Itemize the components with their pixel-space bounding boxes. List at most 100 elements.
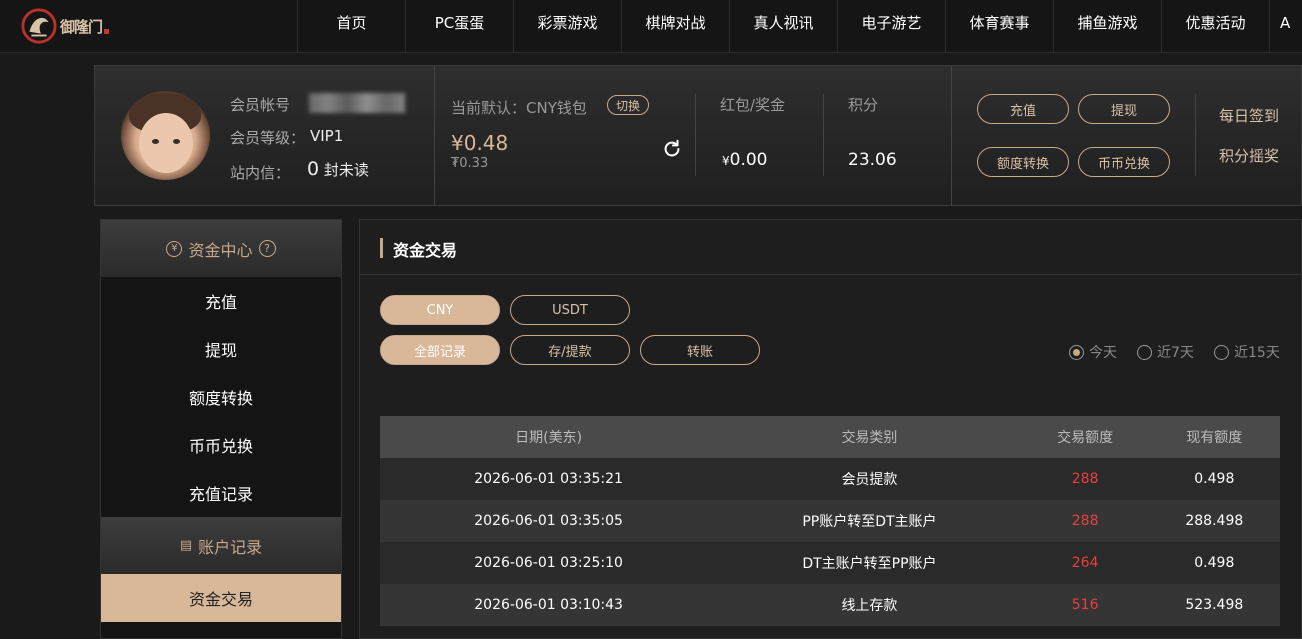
nav-home[interactable]: 首页	[297, 0, 405, 53]
nav-fishing[interactable]: 捕鱼游戏	[1053, 0, 1161, 53]
sidebar-item-transfer[interactable]: 额度转换	[101, 373, 341, 421]
unread-count: 0	[307, 158, 320, 180]
daily-checkin-link[interactable]: 每日签到	[1219, 105, 1279, 126]
nav-slots[interactable]: 电子游艺	[837, 0, 945, 53]
sidebar-item-transactions[interactable]: 资金交易	[101, 574, 341, 622]
divider	[695, 94, 696, 176]
nav-more[interactable]: A	[1269, 0, 1302, 53]
table-row[interactable]: 2026-06-01 03:25:10 DT主账户转至PP账户 264 0.49…	[380, 542, 1280, 584]
tab-deposit-withdraw[interactable]: 存/提款	[510, 335, 630, 365]
refresh-icon[interactable]	[661, 138, 683, 160]
tab-all-records[interactable]: 全部记录	[380, 335, 500, 365]
sidebar-item-bet-records[interactable]: 投注记录	[101, 622, 341, 639]
range-7days-radio[interactable]: 近7天	[1137, 342, 1194, 362]
unread-suffix: 封未读	[323, 161, 369, 179]
cell-type: 会员提款	[841, 472, 898, 488]
range-15days-label: 近15天	[1234, 345, 1280, 361]
help-icon[interactable]: ?	[258, 240, 276, 257]
cell-date: 2026-06-01 03:35:21	[474, 471, 623, 487]
avatar[interactable]	[121, 91, 210, 180]
switch-wallet-button[interactable]: 切换	[607, 95, 649, 115]
exchange-button[interactable]: 币币兑换	[1078, 147, 1170, 177]
bonus-label: 红包/奖金	[720, 96, 786, 114]
nav-lottery[interactable]: 彩票游戏	[513, 0, 621, 53]
sidebar-item-withdraw[interactable]: 提现	[101, 325, 341, 373]
points-lottery-link[interactable]: 积分摇奖	[1219, 145, 1279, 166]
tab-cny[interactable]: CNY	[380, 295, 500, 325]
funds-center-header[interactable]: ¥ 资金中心 ?	[101, 220, 341, 277]
table-row[interactable]: 2026-06-01 03:10:43 线上存款 516 523.498	[380, 584, 1280, 626]
cell-balance: 288.498	[1185, 513, 1244, 529]
cell-balance: 0.498	[1194, 471, 1235, 487]
account-records-header[interactable]: ▤ 账户记录	[101, 517, 341, 574]
messages-label: 站内信：	[230, 164, 291, 182]
title-accent-bar	[380, 238, 383, 258]
cell-date: 2026-06-01 03:10:43	[474, 597, 623, 613]
divider	[1195, 94, 1196, 176]
radio-dot	[1069, 344, 1084, 360]
cell-type: DT主账户转至PP账户	[802, 556, 937, 572]
table-row[interactable]: 2026-06-01 03:35:21 会员提款 288 0.498	[380, 458, 1280, 500]
col-date: 日期(美东)	[515, 430, 583, 446]
panel-header: 资金交易	[360, 220, 1301, 275]
account-label: 会员帐号	[230, 96, 291, 114]
dragon-logo-icon	[21, 8, 57, 44]
deposit-button[interactable]: 充值	[977, 94, 1069, 124]
sidebar-item-exchange[interactable]: 币币兑换	[101, 421, 341, 469]
withdraw-button[interactable]: 提现	[1078, 94, 1170, 124]
transactions-table: 日期(美东) 交易类别 交易额度 现有额度 2026-06-01 03:35:2…	[380, 416, 1280, 626]
yen-icon: ¥	[166, 240, 183, 257]
cell-amount: 516	[1071, 597, 1099, 613]
range-today-radio[interactable]: 今天	[1069, 342, 1117, 362]
divider	[951, 66, 952, 205]
table-row[interactable]: 2026-06-01 03:35:05 PP账户转至DT主账户 288 288.…	[380, 500, 1280, 542]
bonus-currency: ¥	[722, 154, 730, 168]
wallet-balance-usdt: ₮0.33	[451, 156, 489, 171]
tab-transfer[interactable]: 转账	[640, 335, 760, 365]
transactions-panel: 资金交易 CNY USDT 全部记录 存/提款 转账 今天 近7天 近15天 日…	[359, 219, 1302, 639]
cell-amount: 288	[1071, 513, 1099, 529]
transfer-button[interactable]: 额度转换	[977, 147, 1069, 177]
page-title: 资金交易	[393, 241, 458, 260]
col-amount: 交易额度	[1057, 430, 1114, 446]
nav-promotions[interactable]: 优惠活动	[1161, 0, 1269, 53]
wallet-balance: ¥0.48	[451, 131, 509, 155]
cell-type: 线上存款	[841, 598, 898, 614]
cell-balance: 523.498	[1185, 597, 1244, 613]
main-nav: 首页 PC蛋蛋 彩票游戏 棋牌对战 真人视讯 电子游艺 体育赛事 捕鱼游戏 优惠…	[297, 0, 1302, 53]
bonus-amount: 0.00	[729, 150, 768, 170]
range-today-label: 今天	[1089, 345, 1117, 361]
table-header-row: 日期(美东) 交易类别 交易额度 现有额度	[380, 416, 1280, 458]
range-7days-label: 近7天	[1157, 345, 1194, 361]
records-icon: ▤	[179, 538, 193, 553]
cell-amount: 264	[1071, 555, 1099, 571]
cell-date: 2026-06-01 03:25:10	[474, 555, 623, 571]
cell-date: 2026-06-01 03:35:05	[474, 513, 623, 529]
cell-amount: 288	[1071, 471, 1099, 487]
sidebar-item-deposit-records[interactable]: 充值记录	[101, 469, 341, 517]
points-label: 积分	[848, 96, 879, 114]
col-type: 交易类别	[841, 430, 898, 446]
funds-center-title: 资金中心	[188, 240, 253, 260]
nav-sports[interactable]: 体育赛事	[945, 0, 1053, 53]
radio-dot	[1137, 344, 1152, 360]
range-15days-radio[interactable]: 近15天	[1214, 342, 1280, 362]
bonus-value: ¥0.00	[722, 150, 768, 170]
divider	[434, 66, 435, 205]
points-value: 23.06	[848, 150, 897, 170]
sidebar: ¥ 资金中心 ? 充值 提现 额度转换 币币兑换 充值记录 ▤ 账户记录 资金交…	[100, 219, 342, 639]
divider	[823, 94, 824, 176]
account-value-blurred	[309, 93, 405, 113]
brand-dot	[104, 28, 110, 34]
tab-usdt[interactable]: USDT	[510, 295, 630, 325]
nav-pc-egg[interactable]: PC蛋蛋	[405, 0, 513, 53]
unread-messages[interactable]: 0 封未读	[307, 158, 369, 180]
top-navbar: 御隆门 首页 PC蛋蛋 彩票游戏 棋牌对战 真人视讯 电子游艺 体育赛事 捕鱼游…	[0, 0, 1302, 53]
col-balance: 现有额度	[1186, 430, 1243, 446]
sidebar-item-deposit[interactable]: 充值	[101, 277, 341, 325]
member-panel: 会员帐号 会员等级： VIP1 站内信： 0 封未读 当前默认：CNY钱包 切换…	[94, 65, 1302, 206]
nav-live-casino[interactable]: 真人视讯	[729, 0, 837, 53]
radio-dot	[1214, 344, 1229, 360]
brand-logo[interactable]: 御隆门	[20, 6, 116, 46]
nav-card-games[interactable]: 棋牌对战	[621, 0, 729, 53]
